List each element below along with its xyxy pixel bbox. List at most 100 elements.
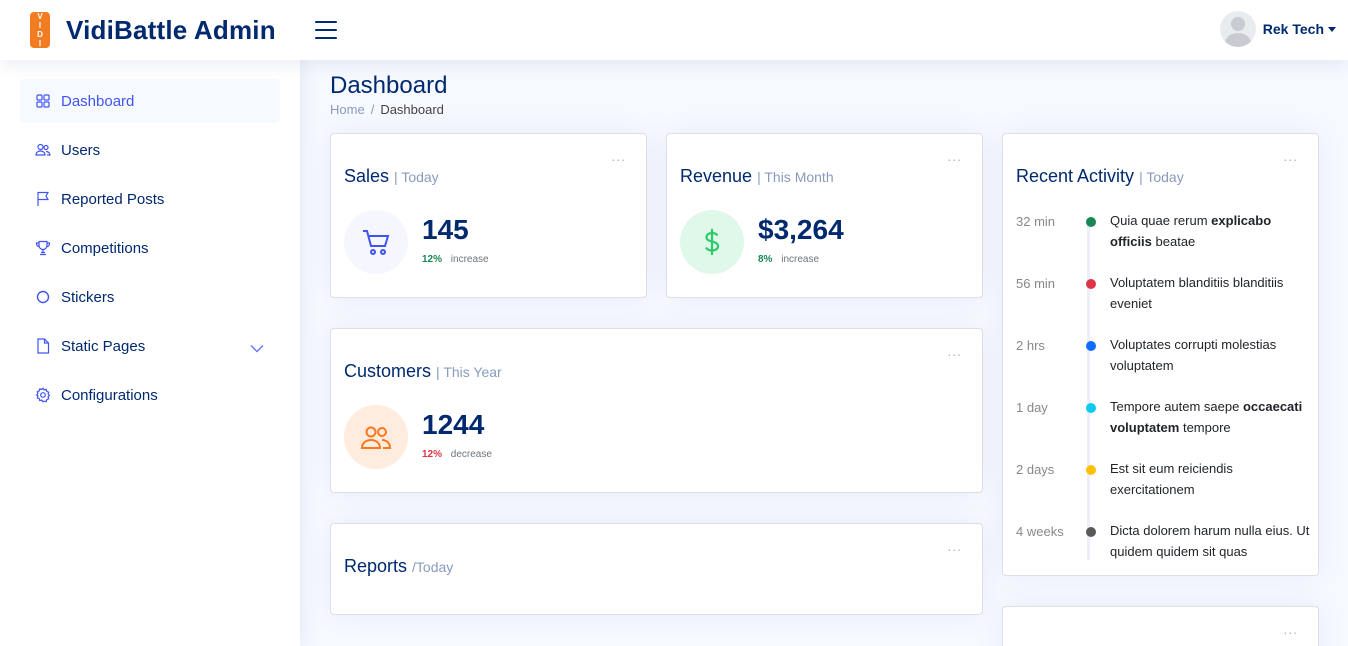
- activity-time: 56 min: [1016, 276, 1056, 291]
- stat-trend: decrease: [450, 449, 492, 460]
- status-dot-icon: [1086, 403, 1096, 413]
- card-title-text: Revenue: [680, 166, 753, 186]
- stat-trend: increase: [781, 254, 820, 265]
- activity-text-part: tempore: [1179, 420, 1231, 435]
- card-subtitle: | Today: [1139, 169, 1184, 185]
- chevron-down-icon[interactable]: [250, 340, 264, 357]
- sidebar-item-label: Reported Posts: [61, 190, 165, 208]
- sidebar-item-label: Stickers: [61, 288, 115, 306]
- more-options-icon[interactable]: ...: [947, 539, 962, 553]
- sidebar-toggle-icon[interactable]: [315, 21, 337, 39]
- sidebar-item-static-pages[interactable]: Static Pages: [20, 324, 280, 368]
- card-title: Revenue | This Month: [680, 166, 834, 187]
- sidebar-item-dashboard[interactable]: Dashboard: [20, 79, 280, 123]
- flag-icon: [35, 191, 51, 207]
- stat-percent: 12%: [422, 254, 443, 265]
- card-title: Reports /Today: [344, 556, 453, 577]
- breadcrumb: Home / Dashboard: [330, 102, 444, 117]
- activity-time: 2 days: [1016, 462, 1055, 477]
- activity-item: 56 min Voluptatem blanditiis blanditiis …: [1016, 274, 1316, 336]
- card-subtitle: | Today: [394, 169, 439, 185]
- card-subtitle: | This Year: [436, 364, 502, 380]
- logo[interactable]: V I D I VidiBattle Admin: [30, 12, 315, 48]
- avatar: [1219, 11, 1256, 47]
- circle-icon: [35, 289, 51, 305]
- activity-item: 2 hrs Voluptates corrupti molestias volu…: [1016, 336, 1316, 398]
- logo-letter: D: [37, 30, 43, 39]
- people-icon: [344, 405, 408, 469]
- top-header: V I D I VidiBattle Admin Rek Tech: [0, 0, 1348, 60]
- stat-percent: 8%: [758, 254, 773, 265]
- breadcrumb-separator: /: [370, 102, 375, 117]
- sidebar-item-label: Users: [61, 141, 101, 159]
- stat-value: $3,264: [758, 214, 844, 245]
- trophy-icon: [35, 240, 51, 256]
- sidebar-item-stickers[interactable]: Stickers: [20, 275, 280, 319]
- card-title-text: Recent Activity: [1016, 166, 1135, 186]
- card-title: Customers | This Year: [344, 361, 502, 382]
- activity-text-part: Voluptates corrupti molestias voluptatem: [1110, 337, 1277, 373]
- caret-down-icon: [1328, 26, 1336, 32]
- sales-card: ... Sales | Today 145 12% increase: [330, 133, 647, 298]
- status-dot-icon: [1086, 279, 1096, 289]
- card-subtitle: /Today: [412, 559, 454, 575]
- more-options-icon[interactable]: ...: [947, 149, 962, 163]
- sidebar: Dashboard Users Reported Posts Competiti…: [0, 60, 300, 646]
- stat-meta: 12% increase: [422, 254, 489, 265]
- more-options-icon[interactable]: ...: [1283, 149, 1298, 163]
- activity-item: 2 days Est sit eum reiciendis exercitati…: [1016, 460, 1316, 522]
- dollar-icon: [680, 210, 744, 274]
- cart-icon: [344, 210, 408, 274]
- gear-icon: [35, 387, 51, 403]
- card-subtitle: | This Month: [757, 169, 834, 185]
- activity-text: Voluptatem blanditiis blanditiis eveniet: [1110, 272, 1310, 336]
- status-dot-icon: [1086, 341, 1096, 351]
- activity-text-part: beatae: [1151, 234, 1196, 249]
- file-icon: [35, 338, 51, 354]
- sidebar-item-configurations[interactable]: Configurations: [20, 373, 280, 417]
- activity-item: 4 weeks Dicta dolorem harum nulla eius. …: [1016, 522, 1316, 584]
- activity-time: 1 day: [1016, 400, 1048, 415]
- more-options-icon[interactable]: ...: [1283, 622, 1298, 636]
- activity-text-part: Voluptatem blanditiis blanditiis eveniet: [1110, 275, 1284, 311]
- recent-activity-card: ... Recent Activity | Today 32 min Quia …: [1002, 133, 1319, 576]
- card-title-text: Reports: [344, 556, 408, 576]
- more-options-icon[interactable]: ...: [947, 344, 962, 358]
- sidebar-item-label: Dashboard: [61, 92, 135, 110]
- activity-time: 32 min: [1016, 214, 1056, 229]
- card-title-text: Sales: [344, 166, 390, 186]
- activity-time: 2 hrs: [1016, 338, 1045, 353]
- stat-value: 145: [422, 214, 469, 245]
- activity-text-part: Dicta dolorem harum nulla eius. Ut quide…: [1110, 523, 1310, 559]
- status-dot-icon: [1086, 527, 1096, 537]
- activity-text-part: Quia quae rerum: [1110, 213, 1212, 228]
- sidebar-item-label: Competitions: [61, 239, 149, 257]
- activity-list: 32 min Quia quae rerum explicabo officii…: [1016, 212, 1316, 584]
- profile-dropdown[interactable]: Rek Tech: [1219, 11, 1336, 47]
- more-options-icon[interactable]: ...: [611, 149, 626, 163]
- activity-item: 1 day Tempore autem saepe occaecati volu…: [1016, 398, 1316, 460]
- stat-meta: 12% decrease: [422, 449, 492, 460]
- breadcrumb-home-link[interactable]: Home: [330, 102, 365, 117]
- activity-item: 32 min Quia quae rerum explicabo officii…: [1016, 212, 1316, 274]
- sidebar-item-competitions[interactable]: Competitions: [20, 226, 280, 270]
- people-icon: [35, 142, 51, 158]
- activity-time: 4 weeks: [1016, 524, 1064, 539]
- card-title: Recent Activity | Today: [1016, 166, 1184, 187]
- logo-letter: I: [38, 21, 42, 30]
- activity-text: Est sit eum reiciendis exercitationem: [1110, 458, 1310, 522]
- app-title: VidiBattle Admin: [66, 14, 276, 45]
- stat-meta: 8% increase: [758, 254, 819, 265]
- sidebar-item-reported-posts[interactable]: Reported Posts: [20, 177, 280, 221]
- revenue-card: ... Revenue | This Month $3,264 8% incre…: [666, 133, 983, 298]
- card-title: Sales | Today: [344, 166, 439, 187]
- customers-card: ... Customers | This Year 1244 12% decre…: [330, 328, 983, 493]
- activity-text-part: Tempore autem saepe: [1110, 399, 1243, 414]
- activity-text: Voluptates corrupti molestias voluptatem: [1110, 334, 1310, 398]
- card-title-text: Customers: [344, 361, 432, 381]
- sidebar-item-label: Static Pages: [61, 337, 146, 355]
- reports-card: ... Reports /Today: [330, 523, 983, 615]
- sidebar-item-users[interactable]: Users: [20, 128, 280, 172]
- status-dot-icon: [1086, 465, 1096, 475]
- activity-text: Quia quae rerum explicabo officiis beata…: [1110, 210, 1310, 274]
